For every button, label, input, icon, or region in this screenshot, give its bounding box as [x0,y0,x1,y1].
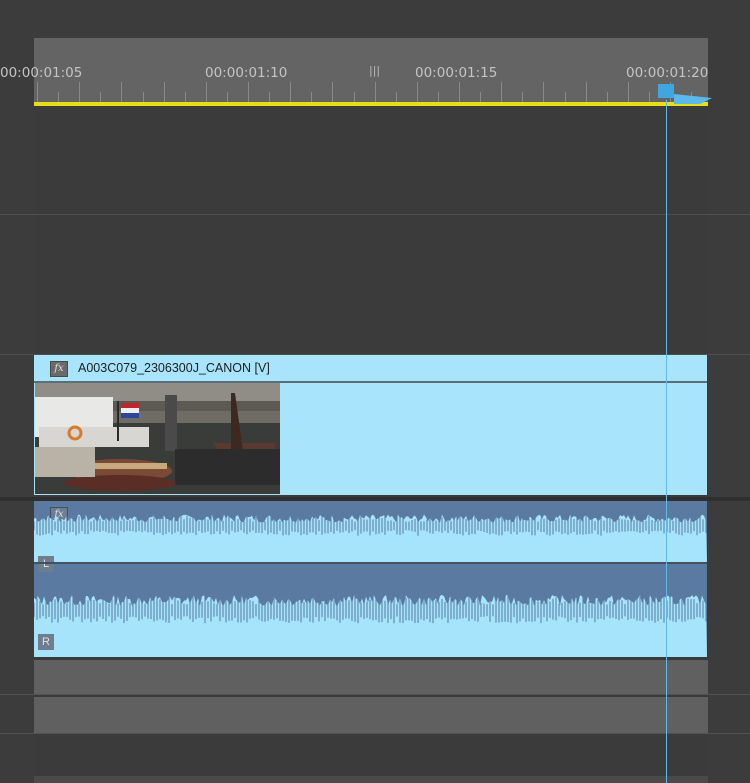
ruler-tick [564,92,566,102]
ruler-tick [627,82,629,102]
fx-badge[interactable]: fx [50,361,68,377]
ruler-tick [353,92,355,102]
channel-label-left: L [38,556,54,572]
ruler-tick [79,82,81,102]
ruler-tick [37,82,38,102]
ruler-tick [522,92,524,102]
ruler-tick [205,82,207,102]
ruler-tick [248,82,249,102]
ruler-tick [311,92,313,102]
timecode-label: 00:00:01:10 [205,65,288,81]
panel-top-band [0,0,750,38]
timecode-label: 00:00:01:15 [415,65,498,81]
playhead-icon[interactable] [656,83,714,105]
timecode-label: 00:00:01:20 [626,65,709,81]
timeline-right-margin [708,38,750,783]
ruler-tick [585,82,587,102]
ruler-tick [58,92,60,102]
ruler-tick [121,82,123,102]
video-track-v2[interactable] [34,215,708,355]
ruler-grip-icon[interactable]: ||| [369,64,380,77]
audio-channel-right [34,579,707,657]
audio-channel-left [34,501,707,563]
ruler-tick [437,92,439,102]
ruler-tick [142,92,144,102]
ruler-tick [501,82,503,102]
video-clip[interactable]: fx A003C079_2306300J_CANON [V] [34,355,707,495]
ruler-tick [543,82,545,102]
ruler-tick [606,92,608,102]
ruler-tick [163,82,165,102]
clip-name: A003C079_2306300J_CANON [V] [78,361,270,375]
ruler-tick [648,92,650,102]
audio-track-a2[interactable] [34,660,708,694]
video-track-v3[interactable] [34,106,708,214]
clip-header: fx A003C079_2306300J_CANON [V] [34,355,707,382]
ruler-tick [395,92,397,102]
ruler-tick [416,82,418,102]
audio-track-a3[interactable] [34,697,708,733]
waveform-left [34,512,707,563]
playhead-line[interactable] [666,100,667,783]
clip-thumbnail [35,383,280,494]
audio-clip[interactable]: fx L R [34,501,707,657]
ruler-tick [184,92,186,102]
ruler-tick [480,92,482,102]
ruler-tick [459,82,460,102]
ruler-tick [269,92,271,102]
channel-label-right: R [38,634,54,650]
track-header-strip [0,38,34,783]
ruler-tick [290,82,292,102]
waveform-right [34,592,707,657]
timecode-label: 00:00:01:05 [0,65,83,81]
channel-separator [34,562,707,564]
ruler-tick [100,92,102,102]
audio-track-master[interactable] [34,734,708,776]
ruler-tick [332,82,334,102]
time-ruler[interactable]: 00:00:01:05 00:00:01:10 ||| 00:00:01:15 … [0,38,709,102]
track-divider [0,694,750,695]
ruler-tick [226,92,228,102]
horizontal-scrollbar[interactable] [34,776,708,783]
ruler-tick [374,82,376,102]
